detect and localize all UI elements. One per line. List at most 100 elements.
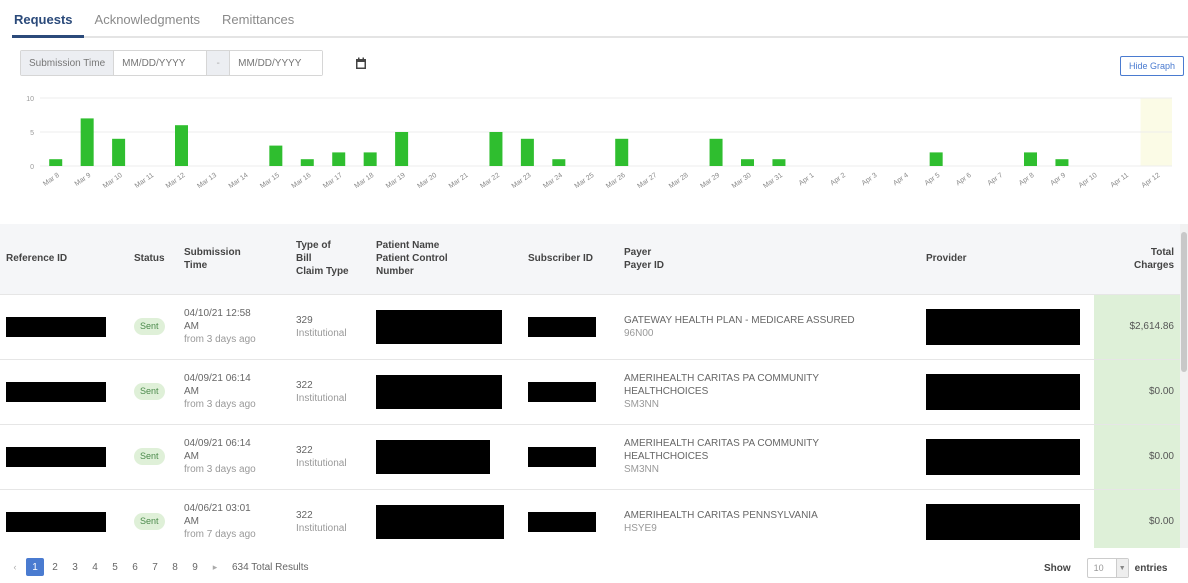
redacted-reference-id (6, 316, 106, 337)
tab-acknowledgments[interactable]: Acknowledgments (84, 6, 212, 36)
page-button-7[interactable]: 7 (146, 558, 164, 576)
redacted-subscriber-id (528, 511, 596, 532)
x-tick-label: Mar 8 (42, 172, 61, 188)
header-label: Type of (296, 240, 331, 252)
table-row[interactable]: Sent 04/06/21 03:01 AM from 7 days ago 322… (0, 489, 1180, 548)
total-results: 634 Total Results (232, 561, 309, 573)
bar[interactable] (1055, 159, 1069, 166)
bar[interactable] (489, 132, 503, 166)
bar[interactable] (269, 145, 283, 166)
redacted-subscriber-id (528, 316, 596, 337)
column-header[interactable]: Type of Bill Claim Type (290, 224, 370, 294)
header-label: Total (1150, 246, 1174, 258)
bar[interactable] (772, 159, 786, 166)
submission-date: 04/10/21 12:58 (184, 308, 251, 319)
column-header[interactable]: Total Charges (1094, 224, 1180, 294)
table-row[interactable]: Sent 04/10/21 12:58 AM from 3 days ago 329… (0, 294, 1180, 359)
header-label: Provider (926, 253, 967, 265)
bar[interactable] (1024, 152, 1037, 166)
payer-name-cont: HEALTHCHOICES (624, 386, 709, 397)
reference-id-cell (0, 294, 128, 359)
next-page-button[interactable]: ▸ (206, 558, 224, 576)
provider-cell (920, 424, 1094, 489)
submission-date: 04/09/21 06:14 (184, 373, 251, 384)
column-header[interactable]: Provider (920, 224, 1094, 294)
page-button-5[interactable]: 5 (106, 558, 124, 576)
tab-requests[interactable]: Requests (12, 6, 84, 38)
bar[interactable] (112, 138, 126, 166)
x-tick-label: Mar 24 (542, 172, 564, 190)
bar[interactable] (552, 159, 566, 166)
header-label: Number (376, 266, 414, 278)
status-badge: Sent (134, 513, 165, 531)
bar[interactable] (332, 152, 346, 166)
submission-time-filter: Submission Time - (20, 50, 324, 76)
redacted-patient (376, 374, 502, 409)
calendar-icon[interactable] (354, 57, 368, 71)
table-row[interactable]: Sent 04/09/21 06:14 AM from 3 days ago 322… (0, 424, 1180, 489)
bar[interactable] (175, 125, 188, 166)
column-header[interactable]: Subscriber ID (522, 224, 618, 294)
column-header[interactable]: Submission Time (178, 224, 290, 294)
provider-cell (920, 294, 1094, 359)
page-button-3[interactable]: 3 (66, 558, 84, 576)
page-button-8[interactable]: 8 (166, 558, 184, 576)
to-date-input[interactable] (230, 51, 323, 75)
bar[interactable] (520, 138, 534, 166)
x-tick-label: Mar 29 (699, 172, 721, 190)
redacted-provider (926, 308, 1080, 345)
total-charges-cell: $0.00 (1094, 359, 1180, 424)
entries-label: entries (1134, 562, 1168, 574)
claim-type: Institutional (296, 522, 347, 534)
submission-time-cell: 04/10/21 12:58 AM from 3 days ago (178, 294, 290, 359)
header-label: Payer (624, 246, 652, 258)
table-scroll-thumb[interactable] (1181, 232, 1187, 372)
bar[interactable] (300, 159, 314, 166)
subscriber-id-cell (522, 489, 618, 548)
column-header[interactable]: Status (128, 224, 178, 294)
provider-cell (920, 489, 1094, 548)
x-tick-label: Mar 14 (228, 172, 250, 190)
payer-name: AMERIHEALTH CARITAS PA COMMUNITY (624, 373, 820, 384)
requests-table-container: Reference ID Status Submission Time Type of B… (0, 224, 1188, 548)
tab-remittances[interactable]: Remittances (211, 6, 305, 36)
bar[interactable] (395, 132, 409, 166)
bar[interactable] (80, 118, 94, 166)
column-header[interactable]: Patient Name Patient Control Number (370, 224, 522, 294)
x-tick-label: Mar 12 (165, 172, 187, 190)
prev-page-button[interactable]: ‹ (6, 558, 24, 576)
x-tick-label: Mar 20 (416, 172, 438, 190)
page-size-select[interactable]: 10 ▼ (1086, 558, 1129, 578)
column-header[interactable]: Payer Payer ID (618, 224, 920, 294)
hide-graph-button[interactable]: Hide Graph (1120, 56, 1184, 76)
header-label: Payer ID (624, 259, 665, 271)
payer-name: GATEWAY HEALTH PLAN - MEDICARE ASSURED (624, 314, 855, 326)
redacted-patient (376, 504, 504, 539)
x-tick-label: Mar 31 (762, 172, 784, 190)
bar[interactable] (709, 138, 723, 166)
bar[interactable] (49, 159, 63, 166)
redacted-subscriber-id (528, 381, 596, 402)
x-tick-label: Mar 30 (731, 172, 753, 190)
table-row[interactable]: Sent 04/09/21 06:14 AM from 3 days ago 322… (0, 359, 1180, 424)
page-button-4[interactable]: 4 (86, 558, 104, 576)
patient-cell (370, 359, 522, 424)
submission-ampm: AM (184, 451, 199, 462)
submission-date: 04/09/21 06:14 (184, 438, 251, 449)
bar[interactable] (363, 152, 377, 166)
bar[interactable] (741, 159, 754, 166)
page-button-6[interactable]: 6 (126, 558, 144, 576)
header-label: Bill (296, 253, 312, 265)
from-date-input[interactable] (114, 51, 207, 75)
page-button-9[interactable]: 9 (186, 558, 204, 576)
page-button-2[interactable]: 2 (46, 558, 64, 576)
x-tick-label: Mar 16 (291, 172, 313, 190)
column-header[interactable]: Reference ID (0, 224, 128, 294)
claim-type: Institutional (296, 327, 347, 339)
x-tick-label: Apr 3 (861, 172, 879, 187)
payer-id: SM3NN (624, 399, 660, 410)
page-button-1[interactable]: 1 (26, 558, 44, 576)
bar[interactable] (615, 138, 629, 166)
x-tick-label: Apr 5 (924, 172, 942, 187)
bar[interactable] (929, 152, 943, 166)
